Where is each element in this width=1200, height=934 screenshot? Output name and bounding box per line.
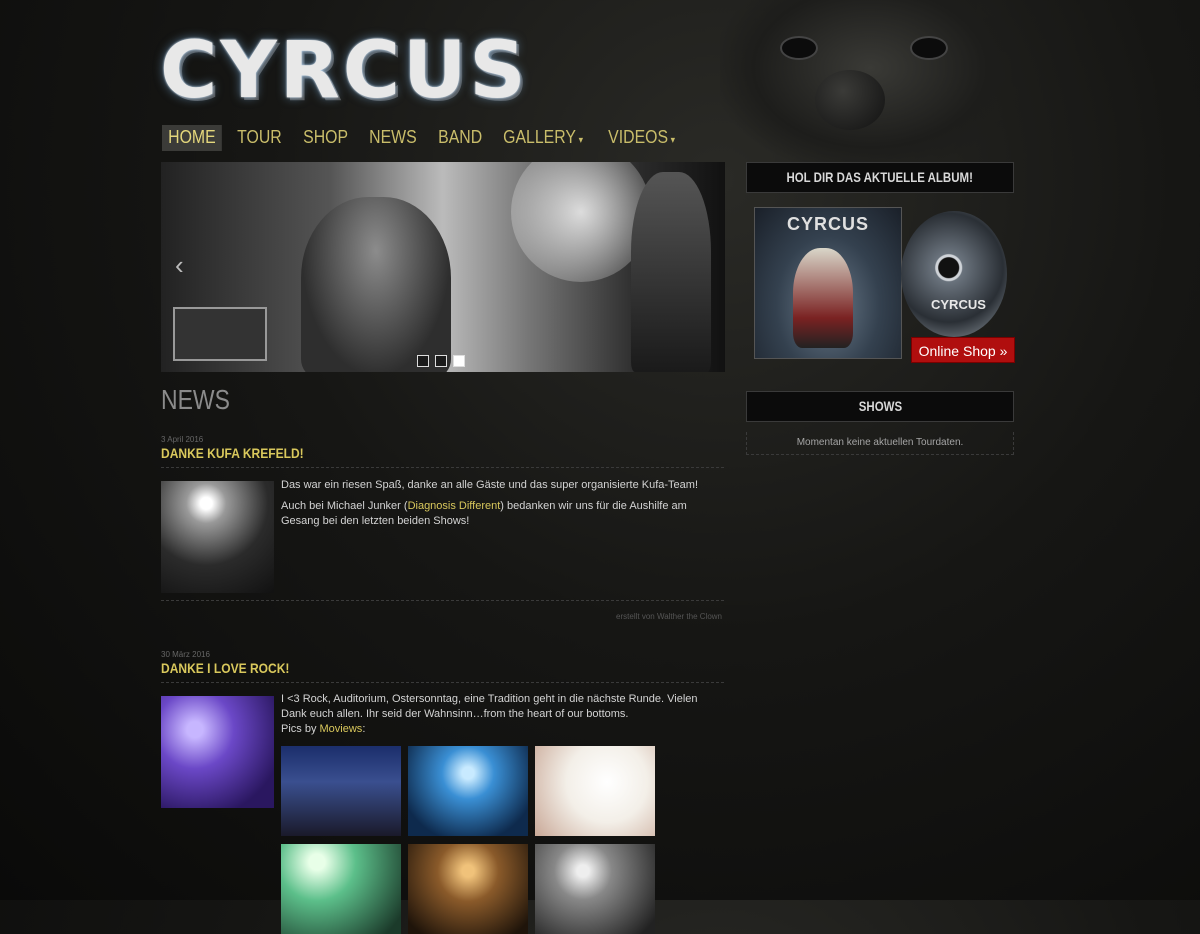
post-date: 3 April 2016 — [161, 435, 204, 444]
site-logo[interactable]: CYRCUS — [160, 26, 529, 116]
post-paragraph: Auch bei Michael Junker (Diagnosis Diffe… — [281, 500, 687, 527]
nav-item-home[interactable]: HOME — [162, 125, 222, 151]
divider — [161, 682, 724, 683]
nav-item-news[interactable]: NEWS — [363, 125, 423, 151]
news-post: 30 März 2016 DANKE I LOVE ROCK! I <3 Roc… — [161, 650, 724, 934]
slider-indicators — [417, 355, 465, 367]
gallery-photo[interactable] — [408, 746, 528, 836]
slide-image-guitarist — [631, 172, 711, 372]
slider-dot-1[interactable] — [417, 355, 429, 367]
clown-eye — [780, 36, 818, 60]
gallery-photo[interactable] — [281, 746, 401, 836]
shows-widget: SHOWS Momentan keine aktuellen Tourdaten… — [746, 391, 1014, 455]
slider-dot-2[interactable] — [435, 355, 447, 367]
album-cover[interactable]: CYRCUS — [754, 207, 902, 359]
post-date: 30 März 2016 — [161, 650, 210, 659]
post-paragraph: I <3 Rock, Auditorium, Ostersonntag, ein… — [281, 693, 698, 720]
nav-item-shop[interactable]: SHOP — [297, 125, 354, 151]
gallery-photo[interactable] — [535, 844, 655, 934]
gallery-photo[interactable] — [281, 844, 401, 934]
slider-dot-3[interactable] — [453, 355, 465, 367]
post-byline: erstellt von Walther the Clown — [616, 612, 722, 621]
shows-empty-message: Momentan keine aktuellen Tourdaten. — [746, 432, 1014, 455]
moviews-link[interactable]: Moviews — [320, 723, 363, 735]
post-body: I <3 Rock, Auditorium, Ostersonntag, ein… — [281, 692, 721, 737]
news-section-title: NEWS — [161, 384, 230, 415]
clown-nose — [815, 70, 885, 130]
online-shop-button[interactable]: Online Shop » — [911, 337, 1015, 363]
caret-down-icon: ▾ — [671, 135, 676, 146]
slide-image-masked-performer — [301, 197, 451, 372]
album-cover-clown — [793, 248, 853, 348]
album-cd-title: CYRCUS — [931, 297, 986, 312]
post-thumbnail[interactable] — [161, 696, 274, 808]
main-nav: HOME TOUR SHOP NEWS BAND GALLERY ▾ VIDEOS… — [162, 125, 694, 151]
background-clown-art — [720, 0, 1020, 170]
clown-eye — [910, 36, 948, 60]
gallery-photo[interactable] — [408, 844, 528, 934]
nav-item-gallery[interactable]: GALLERY ▾ — [497, 125, 589, 151]
shows-widget-heading: SHOWS — [746, 391, 1014, 422]
album-cd: CYRCUS — [901, 211, 1007, 337]
photo-gallery — [281, 746, 655, 934]
post-body: Das war ein riesen Spaß, danke an alle G… — [281, 478, 721, 535]
album-widget: HOL DIR DAS AKTUELLE ALBUM! CYRCUS CYRCU… — [746, 162, 1015, 372]
divider — [161, 467, 724, 468]
slider-prev-icon[interactable]: ‹ — [175, 250, 184, 281]
post-title[interactable]: DANKE I LOVE ROCK! — [161, 660, 645, 676]
slide-image-light — [511, 162, 651, 282]
diagnosis-different-link[interactable]: Diagnosis Different — [408, 500, 501, 512]
pics-credit: Pics by Moviews: — [281, 723, 366, 735]
post-thumbnail[interactable] — [161, 481, 274, 593]
album-widget-heading: HOL DIR DAS AKTUELLE ALBUM! — [746, 162, 1014, 193]
nav-item-tour[interactable]: TOUR — [231, 125, 288, 151]
hero-slider[interactable]: ‹ — [161, 162, 725, 372]
gallery-photo[interactable] — [535, 746, 655, 836]
slide-image-amp — [173, 307, 267, 361]
post-title[interactable]: DANKE KUFA KREFELD! — [161, 445, 645, 461]
post-paragraph: Das war ein riesen Spaß, danke an alle G… — [281, 479, 699, 491]
nav-item-videos[interactable]: VIDEOS ▾ — [602, 125, 681, 151]
nav-item-band[interactable]: BAND — [432, 125, 488, 151]
news-post: 3 April 2016 DANKE KUFA KREFELD! Das war… — [161, 435, 724, 625]
album-cover-title: CYRCUS — [786, 214, 869, 234]
divider — [161, 600, 724, 601]
caret-down-icon: ▾ — [578, 135, 583, 146]
